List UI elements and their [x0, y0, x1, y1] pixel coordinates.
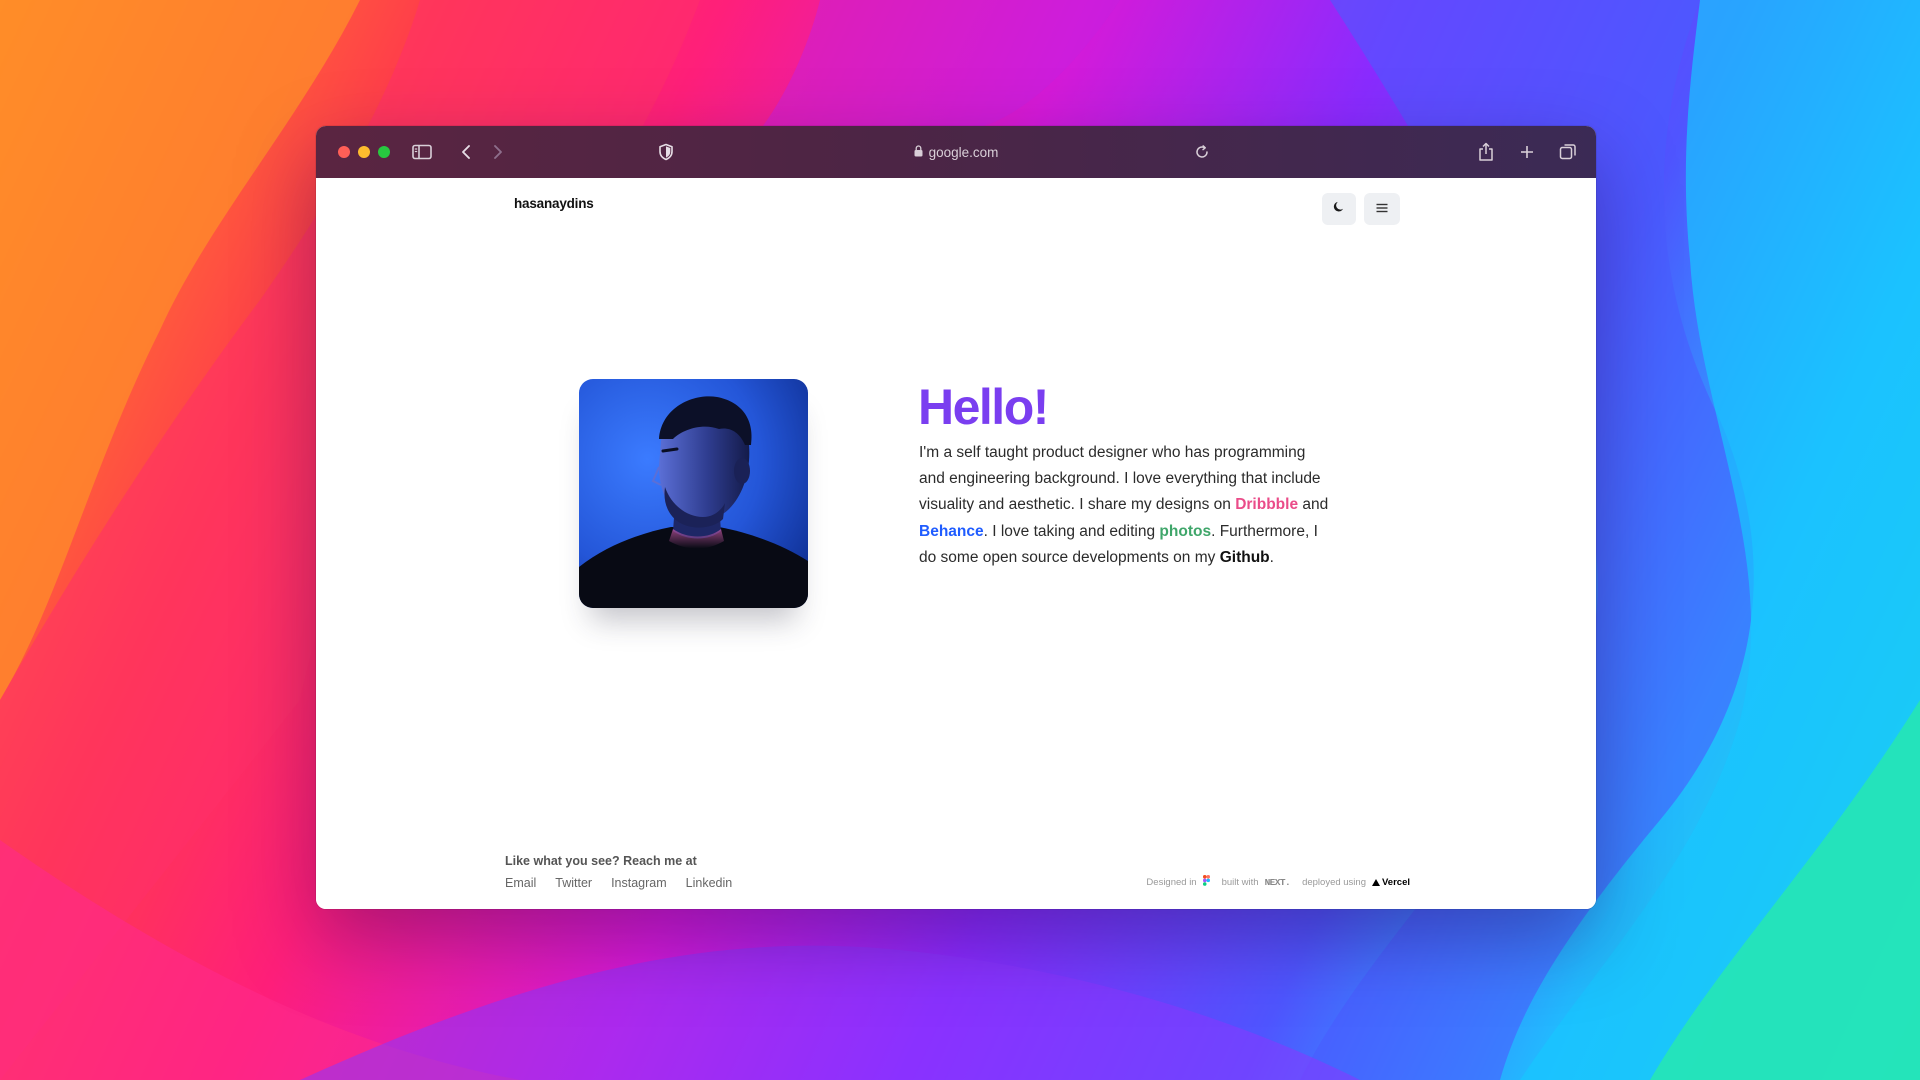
deployed-using-label: deployed using	[1302, 876, 1366, 888]
nextjs-logo[interactable]: NEXT.	[1265, 877, 1291, 888]
built-with-label: built with	[1221, 876, 1259, 888]
lock-icon	[914, 144, 923, 160]
theme-toggle-button[interactable]	[1322, 193, 1356, 225]
contact-heading: Like what you see? Reach me at	[505, 854, 697, 868]
url-text: google.com	[928, 144, 999, 160]
close-window-button[interactable]	[338, 146, 350, 158]
contact-links: Email Twitter Instagram Linkedin	[505, 876, 732, 890]
bio-text: and	[1298, 496, 1329, 514]
hero-heading: Hello!	[918, 379, 1049, 435]
menu-icon	[1376, 200, 1388, 218]
profile-photo	[579, 379, 808, 608]
new-tab-icon[interactable]	[1515, 140, 1539, 164]
tabs-overview-icon[interactable]	[1556, 140, 1580, 164]
dribbble-link[interactable]: Dribbble	[1235, 496, 1298, 513]
site-logo[interactable]: hasanaydins	[514, 196, 594, 211]
address-bar[interactable]: google.com	[876, 140, 1036, 164]
browser-toolbar: google.com	[316, 126, 1596, 178]
github-link[interactable]: Github	[1220, 549, 1270, 566]
zoom-window-button[interactable]	[378, 146, 390, 158]
bio-text: .	[1269, 548, 1274, 566]
linkedin-link[interactable]: Linkedin	[686, 876, 733, 890]
sidebar-icon[interactable]	[410, 140, 434, 164]
web-page: hasanaydins Hello! I'm a self taught pro…	[316, 178, 1596, 909]
reload-icon[interactable]	[1190, 140, 1214, 164]
vercel-triangle-icon	[1372, 878, 1380, 886]
bio-text: . I love taking and editing	[983, 522, 1160, 540]
twitter-link[interactable]: Twitter	[555, 876, 592, 890]
instagram-link[interactable]: Instagram	[611, 876, 667, 890]
behance-link[interactable]: Behance	[919, 523, 984, 540]
bio-paragraph: I'm a self taught product designer who h…	[919, 440, 1331, 571]
figma-icon[interactable]	[1202, 875, 1210, 889]
forward-icon[interactable]	[486, 140, 510, 164]
browser-window: google.com hasanaydins Hello! I'm a self…	[316, 126, 1596, 909]
vercel-label: Vercel	[1382, 876, 1410, 888]
credits: Designed in built with NEXT. deployed us…	[1146, 875, 1410, 889]
minimize-window-button[interactable]	[358, 146, 370, 158]
menu-button[interactable]	[1364, 193, 1400, 225]
vercel-logo[interactable]: Vercel	[1372, 877, 1410, 888]
back-icon[interactable]	[454, 140, 478, 164]
email-link[interactable]: Email	[505, 876, 536, 890]
designed-in-label: Designed in	[1146, 876, 1197, 888]
share-icon[interactable]	[1474, 140, 1498, 164]
shield-icon[interactable]	[654, 140, 678, 164]
moon-icon	[1333, 200, 1346, 218]
photos-link[interactable]: photos	[1159, 523, 1211, 540]
